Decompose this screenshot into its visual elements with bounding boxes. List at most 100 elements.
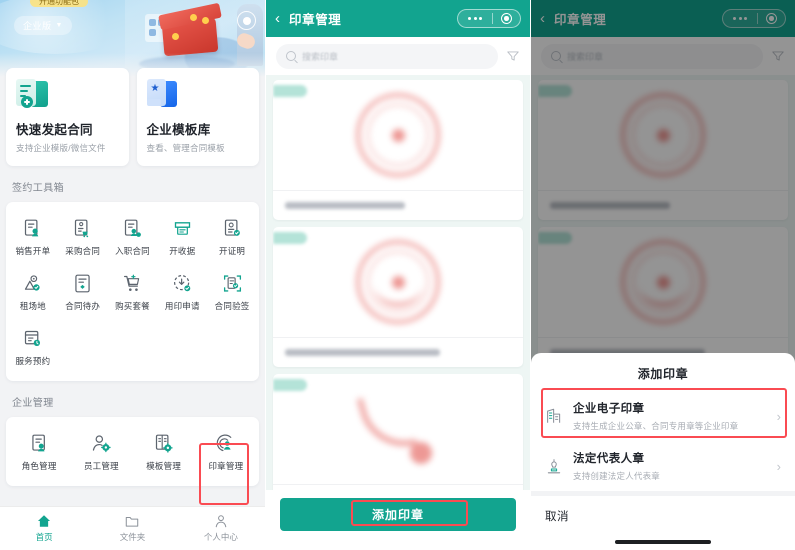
tool-item-buy-package[interactable]: 购买套餐 bbox=[108, 265, 158, 320]
enterprise-item-role-management[interactable]: 角色管理 bbox=[8, 425, 70, 480]
role-management-icon bbox=[31, 434, 45, 452]
add-seal-footer: 添加印章 bbox=[266, 490, 530, 550]
hero-square-3 bbox=[149, 29, 156, 36]
quick-card-title: 企业模板库 bbox=[146, 123, 211, 137]
enterprise-item-label: 角色管理 bbox=[21, 461, 57, 471]
template-star-icon: ★ bbox=[146, 79, 179, 109]
round-stamp-image bbox=[356, 93, 440, 177]
version-switch-badge[interactable]: 企业版 ▼ bbox=[14, 16, 72, 35]
tool-item-label: 购买套餐 bbox=[115, 301, 150, 311]
tool-item-label: 合同待办 bbox=[65, 301, 101, 311]
enterprise-grid-card: 角色管理 员工管理 模板管理 印章管理 bbox=[6, 417, 259, 486]
tool-item-label: 开收据 bbox=[169, 246, 196, 256]
onboarding-contract-icon bbox=[124, 219, 141, 237]
chevron-right-icon: › bbox=[776, 458, 781, 474]
tool-item-certificate[interactable]: 开证明 bbox=[207, 210, 257, 265]
person-icon bbox=[215, 515, 227, 528]
contract-todo-icon bbox=[75, 274, 90, 293]
hero-promo-chip[interactable]: 开通功能包 bbox=[30, 0, 88, 7]
seal-request-icon bbox=[173, 275, 191, 292]
seal-footer bbox=[273, 190, 523, 220]
add-seal-action-sheet: 添加印章 企业电子印章 支持生成企业公章、合同专用章等企业印章 › 法定代表人章… bbox=[531, 353, 795, 550]
miniprogram-capsule bbox=[457, 9, 521, 28]
tool-item-label: 合同验签 bbox=[214, 301, 250, 311]
template-management-icon bbox=[156, 434, 173, 453]
hero-square-1 bbox=[149, 19, 156, 26]
tool-item-receipt[interactable]: 开收据 bbox=[157, 210, 207, 265]
signature-stamp-image bbox=[350, 386, 446, 472]
hero-target-icon[interactable] bbox=[237, 11, 256, 30]
receipt-icon bbox=[174, 222, 190, 235]
panel-add-seal-sheet: ‹ 印章管理 搜索印章 添加印章 企业电子印章 支持生成企业公章、合同专用章等企… bbox=[530, 0, 795, 550]
sheet-option-company-seal[interactable]: 企业电子印章 支持生成企业公章、合同专用章等企业印章 › bbox=[531, 391, 795, 441]
quick-card-start-contract[interactable]: 快速发起合同 支持企业模版/微信文件 bbox=[6, 68, 129, 166]
tool-item-label: 入职合同 bbox=[115, 246, 150, 256]
tool-item-label: 租场地 bbox=[19, 301, 46, 311]
seal-status-tag bbox=[273, 85, 307, 97]
toolbox-grid: 销售开单 采购合同 入职合同 开收据 开证明 租场地 合同待办 购买套餐 用印申… bbox=[8, 210, 257, 375]
list-item[interactable] bbox=[273, 227, 523, 367]
quick-card-title: 快速发起合同 bbox=[16, 123, 93, 137]
tab-home[interactable]: 首页 bbox=[0, 514, 88, 543]
sheet-title: 添加印章 bbox=[637, 367, 689, 381]
sheet-option-subtitle: 支持生成企业公章、合同专用章等企业印章 bbox=[573, 421, 739, 431]
list-item[interactable] bbox=[273, 80, 523, 220]
tool-item-onboarding-contract[interactable]: 入职合同 bbox=[108, 210, 158, 265]
company-building-icon bbox=[547, 408, 561, 423]
seal-list[interactable] bbox=[266, 75, 530, 550]
toolbox-grid-card: 销售开单 采购合同 入职合同 开收据 开证明 租场地 合同待办 购买套餐 用印申… bbox=[6, 202, 259, 381]
search-input[interactable]: 搜索印章 bbox=[276, 43, 498, 69]
tab-profile[interactable]: 个人中心 bbox=[177, 514, 265, 543]
seal-status-tag bbox=[273, 379, 307, 391]
home-scroll-body: 快速发起合同 支持企业模版/微信文件 ★ 企业模板库 查看、管理合同模板 签约工… bbox=[0, 68, 265, 506]
sheet-option-legal-person-seal[interactable]: 法定代表人章 支持创建法定人代表章 › bbox=[531, 441, 795, 491]
enterprise-grid: 角色管理 员工管理 模板管理 印章管理 bbox=[8, 425, 257, 480]
seal-preview bbox=[273, 227, 523, 337]
seal-preview bbox=[273, 374, 523, 484]
enterprise-section-title: 企业管理 bbox=[12, 398, 54, 409]
enterprise-item-template-management[interactable]: 模板管理 bbox=[133, 425, 195, 480]
round-stamp-image bbox=[356, 240, 440, 324]
enterprise-item-staff-management[interactable]: 员工管理 bbox=[70, 425, 132, 480]
sheet-option-text: 法定代表人章 支持创建法定人代表章 bbox=[573, 450, 767, 482]
tab-folder[interactable]: 文件夹 bbox=[88, 514, 176, 543]
tool-item-service-booking[interactable]: 服务预约 bbox=[8, 320, 58, 375]
screenshot-root: 开通功能包 企业版 ▼ 快速发起合同 支持企业模版/微信文件 ★ 企业模板库 查… bbox=[0, 0, 795, 550]
chevron-right-icon: › bbox=[776, 408, 781, 424]
search-icon bbox=[286, 51, 296, 61]
staff-management-icon bbox=[92, 435, 111, 453]
hero-sparkle-2 bbox=[190, 14, 197, 21]
tab-label: 文件夹 bbox=[119, 532, 146, 542]
legal-person-stamp-icon bbox=[547, 459, 561, 474]
close-target-icon[interactable] bbox=[493, 13, 520, 24]
seal-status-tag bbox=[273, 232, 307, 244]
tool-item-contract-todo[interactable]: 合同待办 bbox=[58, 265, 108, 320]
tool-item-venue-rental[interactable]: 租场地 bbox=[8, 265, 58, 320]
sales-order-icon bbox=[25, 219, 39, 237]
tool-item-label: 服务预约 bbox=[15, 356, 51, 366]
cancel-button[interactable]: 取消 bbox=[531, 496, 795, 534]
panel-seal-list: ‹ 印章管理 搜索印章 添加印章 bbox=[265, 0, 530, 550]
buy-package-icon bbox=[123, 274, 140, 291]
venue-rental-icon bbox=[25, 275, 40, 291]
tool-item-purchase-contract[interactable]: 采购合同 bbox=[58, 210, 108, 265]
tool-item-contract-verify[interactable]: 合同验签 bbox=[207, 265, 257, 320]
enterprise-item-seal-management[interactable]: 印章管理 bbox=[195, 425, 257, 480]
seal-name bbox=[285, 202, 405, 209]
add-seal-button[interactable]: 添加印章 bbox=[280, 498, 516, 531]
back-icon[interactable]: ‹ bbox=[275, 11, 280, 26]
seal-management-icon bbox=[217, 434, 232, 452]
tool-item-seal-request[interactable]: 用印申请 bbox=[157, 265, 207, 320]
filter-icon[interactable] bbox=[506, 49, 520, 63]
quick-card-template-library[interactable]: ★ 企业模板库 查看、管理合同模板 bbox=[136, 68, 259, 166]
home-hero-banner: 开通功能包 企业版 ▼ bbox=[0, 0, 265, 78]
quick-card-subtitle: 查看、管理合同模板 bbox=[146, 143, 225, 153]
folder-icon bbox=[126, 516, 139, 527]
sheet-option-text: 企业电子印章 支持生成企业公章、合同专用章等企业印章 bbox=[573, 400, 767, 432]
panel-home: 开通功能包 企业版 ▼ 快速发起合同 支持企业模版/微信文件 ★ 企业模板库 查… bbox=[0, 0, 265, 550]
hero-sparkle-1 bbox=[172, 33, 179, 40]
tool-item-label: 销售开单 bbox=[15, 246, 51, 256]
tool-item-sales-order[interactable]: 销售开单 bbox=[8, 210, 58, 265]
seal-footer bbox=[273, 337, 523, 367]
more-dots-icon[interactable] bbox=[458, 17, 492, 20]
